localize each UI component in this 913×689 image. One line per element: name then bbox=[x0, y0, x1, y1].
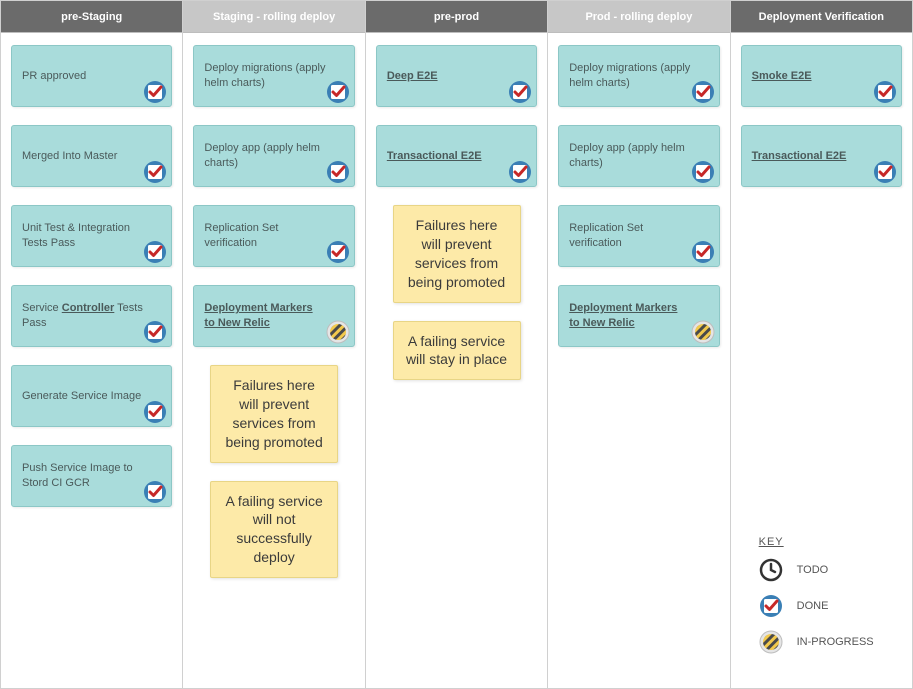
column-1: Staging - rolling deployDeploy migration… bbox=[183, 1, 365, 688]
column-header: Prod - rolling deploy bbox=[548, 1, 729, 33]
pipeline-card[interactable]: Push Service Image to Stord CI GCR bbox=[11, 445, 172, 507]
card-label: Transactional E2E bbox=[387, 149, 482, 164]
legend-label: TODO bbox=[797, 564, 829, 576]
inprogress-status-icon bbox=[691, 320, 715, 344]
pipeline-card[interactable]: Generate Service Image bbox=[11, 365, 172, 427]
column-body: Deploy migrations (apply helm charts) Dep… bbox=[183, 33, 364, 688]
card-label: Generate Service Image bbox=[22, 389, 141, 404]
done-status-icon bbox=[691, 240, 715, 264]
card-label: Push Service Image to Stord CI GCR bbox=[22, 461, 143, 491]
check-icon bbox=[759, 594, 783, 618]
pipeline-card[interactable]: Transactional E2E bbox=[376, 125, 537, 187]
legend: KEY TODO DONE IN-PROGRESS bbox=[741, 528, 902, 678]
pipeline-card[interactable]: Deploy app (apply helm charts) bbox=[193, 125, 354, 187]
pipeline-card[interactable]: PR approved bbox=[11, 45, 172, 107]
column-body: Deep E2E Transactional E2E Failures here w… bbox=[366, 33, 547, 688]
pipeline-card[interactable]: Deploy migrations (apply helm charts) bbox=[193, 45, 354, 107]
card-label: PR approved bbox=[22, 69, 86, 84]
legend-row-done: DONE bbox=[759, 594, 892, 618]
card-label: Deployment Markers to New Relic bbox=[569, 301, 690, 331]
column-body: Smoke E2E Transactional E2E KEY TODO DONE IN-… bbox=[731, 33, 912, 688]
card-label: Deep E2E bbox=[387, 69, 438, 84]
pipeline-board: pre-Staging PR approved Merged Into Master… bbox=[0, 0, 913, 689]
column-header: pre-Staging bbox=[1, 1, 182, 33]
card-label: Replication Set verification bbox=[204, 221, 325, 251]
pipeline-card[interactable]: Deploy app (apply helm charts) bbox=[558, 125, 719, 187]
card-label: Deploy migrations (apply helm charts) bbox=[204, 61, 325, 91]
pipeline-card[interactable]: Smoke E2E bbox=[741, 45, 902, 107]
done-status-icon bbox=[873, 80, 897, 104]
column-header: Deployment Verification bbox=[731, 1, 912, 33]
sticky-note: A failing service will stay in place bbox=[393, 321, 521, 381]
done-status-icon bbox=[691, 160, 715, 184]
clock-icon bbox=[759, 558, 783, 582]
hazard-icon bbox=[759, 630, 783, 654]
pipeline-card[interactable]: Unit Test & Integration Tests Pass bbox=[11, 205, 172, 267]
pipeline-card[interactable]: Replication Set verification bbox=[558, 205, 719, 267]
legend-title: KEY bbox=[759, 536, 892, 548]
pipeline-card[interactable]: Deploy migrations (apply helm charts) bbox=[558, 45, 719, 107]
done-status-icon bbox=[691, 80, 715, 104]
pipeline-card[interactable]: Service Controller Tests Pass bbox=[11, 285, 172, 347]
sticky-note: A failing service will not successfully … bbox=[210, 481, 338, 579]
card-label: Smoke E2E bbox=[752, 69, 812, 84]
done-status-icon bbox=[326, 240, 350, 264]
sticky-note: Failures here will prevent services from… bbox=[210, 365, 338, 463]
card-label: Deploy app (apply helm charts) bbox=[569, 141, 690, 171]
card-label: Unit Test & Integration Tests Pass bbox=[22, 221, 143, 251]
done-status-icon bbox=[508, 160, 532, 184]
pipeline-card[interactable]: Transactional E2E bbox=[741, 125, 902, 187]
column-body: Deploy migrations (apply helm charts) Dep… bbox=[548, 33, 729, 688]
pipeline-card[interactable]: Deployment Markers to New Relic bbox=[558, 285, 719, 347]
done-status-icon bbox=[143, 480, 167, 504]
pipeline-card[interactable]: Deep E2E bbox=[376, 45, 537, 107]
column-3: Prod - rolling deployDeploy migrations (… bbox=[548, 1, 730, 688]
card-label: Deployment Markers to New Relic bbox=[204, 301, 325, 331]
pipeline-card[interactable]: Merged Into Master bbox=[11, 125, 172, 187]
done-status-icon bbox=[326, 160, 350, 184]
column-body: PR approved Merged Into Master Unit Test &… bbox=[1, 33, 182, 688]
legend-label: IN-PROGRESS bbox=[797, 636, 874, 648]
card-label: Service Controller Tests Pass bbox=[22, 301, 143, 331]
pipeline-card[interactable]: Replication Set verification bbox=[193, 205, 354, 267]
done-status-icon bbox=[873, 160, 897, 184]
sticky-note: Failures here will prevent services from… bbox=[393, 205, 521, 303]
done-status-icon bbox=[326, 80, 350, 104]
legend-row-todo: TODO bbox=[759, 558, 892, 582]
column-0: pre-Staging PR approved Merged Into Master… bbox=[1, 1, 183, 688]
card-label: Deploy migrations (apply helm charts) bbox=[569, 61, 690, 91]
inprogress-status-icon bbox=[326, 320, 350, 344]
done-status-icon bbox=[143, 320, 167, 344]
column-2: pre-prod Deep E2E Transactional E2E Failure… bbox=[366, 1, 548, 688]
card-label: Deploy app (apply helm charts) bbox=[204, 141, 325, 171]
done-status-icon bbox=[143, 240, 167, 264]
done-status-icon bbox=[143, 160, 167, 184]
done-status-icon bbox=[508, 80, 532, 104]
card-label: Transactional E2E bbox=[752, 149, 847, 164]
column-header: pre-prod bbox=[366, 1, 547, 33]
legend-row-inprogress: IN-PROGRESS bbox=[759, 630, 892, 654]
done-status-icon bbox=[143, 400, 167, 424]
legend-label: DONE bbox=[797, 600, 829, 612]
pipeline-card[interactable]: Deployment Markers to New Relic bbox=[193, 285, 354, 347]
column-4: Deployment Verification Smoke E2E Transact… bbox=[731, 1, 912, 688]
done-status-icon bbox=[143, 80, 167, 104]
column-header: Staging - rolling deploy bbox=[183, 1, 364, 33]
card-label: Replication Set verification bbox=[569, 221, 690, 251]
card-label: Merged Into Master bbox=[22, 149, 117, 164]
